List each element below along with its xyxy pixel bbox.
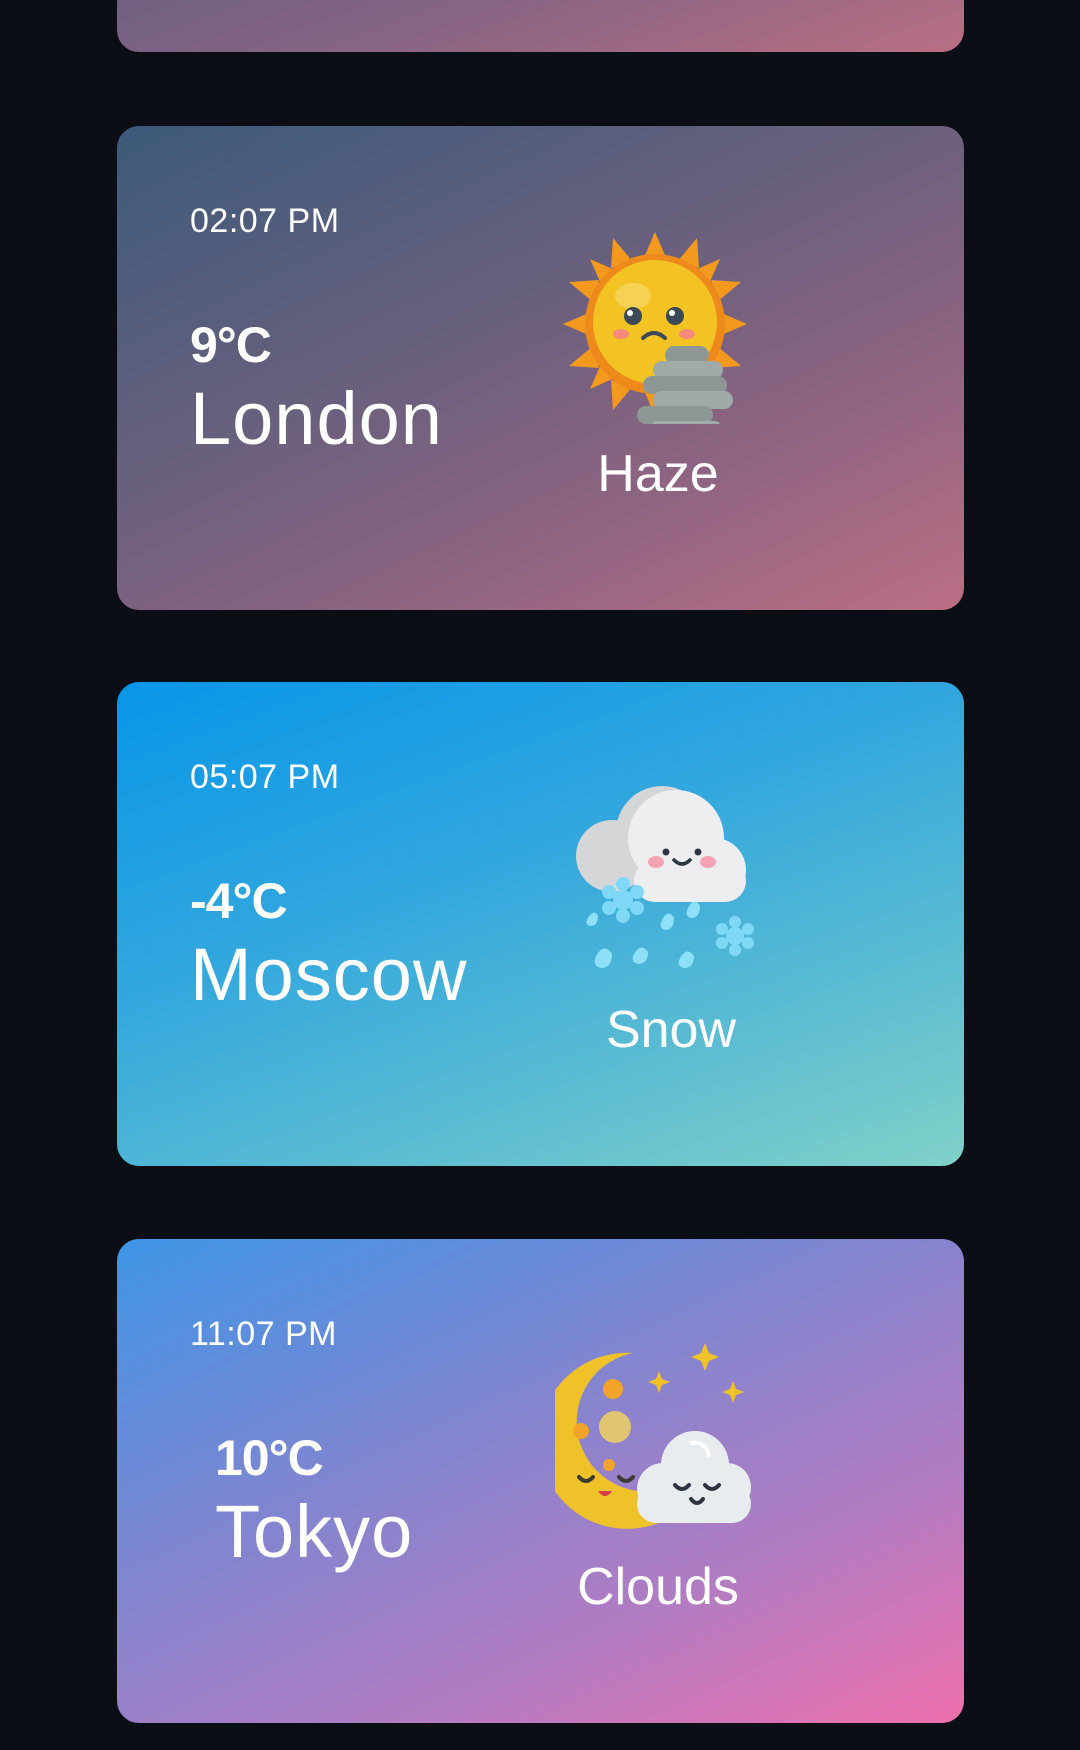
weather-condition: Clouds xyxy=(577,1558,739,1616)
city-name: London xyxy=(190,377,443,460)
weather-condition: Haze xyxy=(597,445,719,503)
sun-haze-icon xyxy=(555,224,755,433)
temperature: 9°C xyxy=(190,317,272,373)
weather-card-tokyo[interactable]: 11:07 PM 10°C Tokyo Clouds xyxy=(117,1239,964,1723)
city-name: Tokyo xyxy=(215,1490,414,1573)
city-name: Moscow xyxy=(190,933,468,1016)
temperature: 10°C xyxy=(215,1430,324,1486)
weather-list-screen: 02:07 PM 9°C London Haze 05:07 PM -4°C M… xyxy=(0,0,1080,1750)
temperature: -4°C xyxy=(190,873,288,929)
weather-card-previous[interactable] xyxy=(117,0,964,52)
local-time: 11:07 PM xyxy=(190,1315,338,1353)
snow-cloud-icon xyxy=(564,780,764,980)
weather-card-london[interactable]: 02:07 PM 9°C London Haze xyxy=(117,126,964,610)
weather-card-moscow[interactable]: 05:07 PM -4°C Moscow Snow xyxy=(117,682,964,1166)
weather-condition: Snow xyxy=(605,1001,737,1059)
moon-cloud-icon xyxy=(539,1337,765,1537)
local-time: 05:07 PM xyxy=(190,758,340,796)
local-time: 02:07 PM xyxy=(190,202,340,240)
